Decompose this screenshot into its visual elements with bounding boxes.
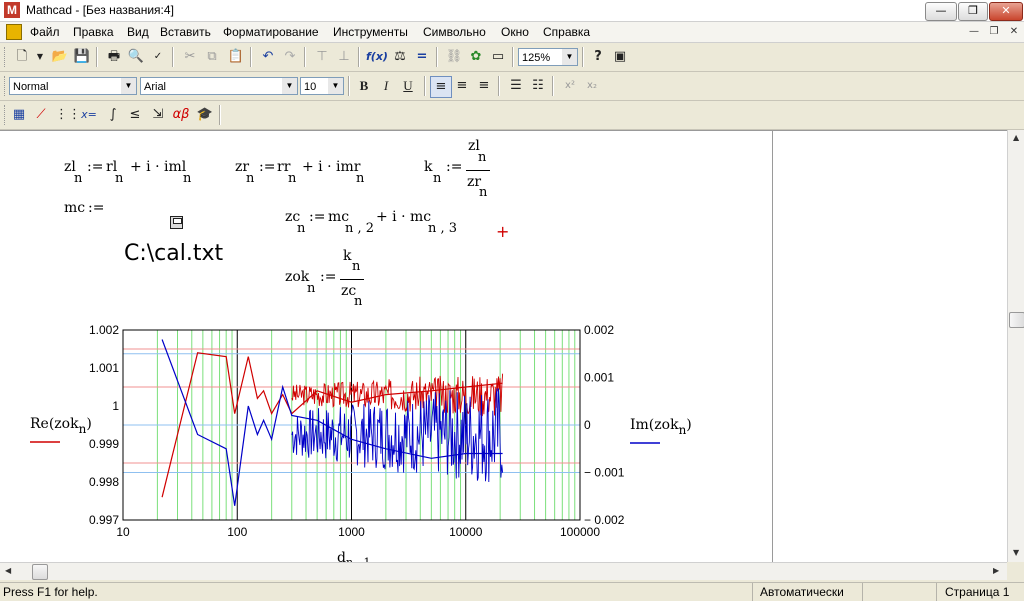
series-noise-real — [291, 373, 504, 417]
status-divider — [862, 583, 863, 601]
y-left-tick-label: 1.002 — [89, 323, 119, 337]
scroll-up-icon[interactable]: ▲ — [1013, 133, 1019, 142]
status-calc-mode[interactable]: Автоматически — [760, 585, 844, 599]
xy-plot[interactable]: 10 100 1000 10000 100000 1.002 1.001 1 0.999 0.99… — [0, 0, 1007, 562]
scroll-left-icon[interactable]: ◀ — [5, 566, 11, 575]
y-right-tick-label: 0 — [584, 418, 591, 432]
y-left-tick-label: 1.001 — [89, 361, 119, 375]
y-right-tick-label: 0.001 — [584, 371, 614, 385]
status-help-text: Press F1 for help. — [3, 585, 98, 599]
y-left-axis-label[interactable]: Re(zokn) — [30, 416, 92, 436]
x-tick-label: 1000 — [338, 525, 365, 539]
doc-close-button[interactable]: ✕ — [1006, 25, 1022, 39]
y-left-tick-label: 1 — [112, 399, 119, 413]
status-bar: Press F1 for help. Автоматически Страниц… — [0, 582, 1024, 601]
plot-series — [161, 339, 504, 506]
status-page: Страница 1 — [945, 585, 1010, 599]
x-tick-label: 100000 — [560, 525, 600, 539]
vertical-scrollbar[interactable]: ▲ ▼ — [1007, 130, 1024, 562]
y-right-tick-label: 0.002 — [584, 323, 614, 337]
y-right-tick-label: − 0.001 — [584, 466, 625, 480]
x-axis-label[interactable]: dn , 1 — [337, 550, 371, 562]
x-tick-label: 100 — [227, 525, 247, 539]
x-tick-label: 10 — [116, 525, 130, 539]
plot-grid — [123, 330, 580, 520]
horizontal-scrollbar[interactable]: ◀ ▶ — [0, 562, 1007, 580]
y-left-tick-label: 0.998 — [89, 475, 119, 489]
y-right-tick-label: − 0.002 — [584, 513, 625, 527]
vertical-scroll-thumb[interactable] — [1009, 312, 1024, 328]
scroll-right-icon[interactable]: ▶ — [993, 566, 999, 575]
scroll-down-icon[interactable]: ▼ — [1013, 548, 1019, 557]
status-divider — [936, 583, 937, 601]
x-tick-label: 10000 — [449, 525, 483, 539]
y-left-tick-label: 0.997 — [89, 513, 119, 527]
horizontal-scroll-thumb[interactable] — [32, 564, 48, 580]
y-right-axis-label[interactable]: Im(zokn) — [630, 417, 692, 437]
status-divider — [752, 583, 753, 601]
y-left-tick-label: 0.999 — [89, 437, 119, 451]
